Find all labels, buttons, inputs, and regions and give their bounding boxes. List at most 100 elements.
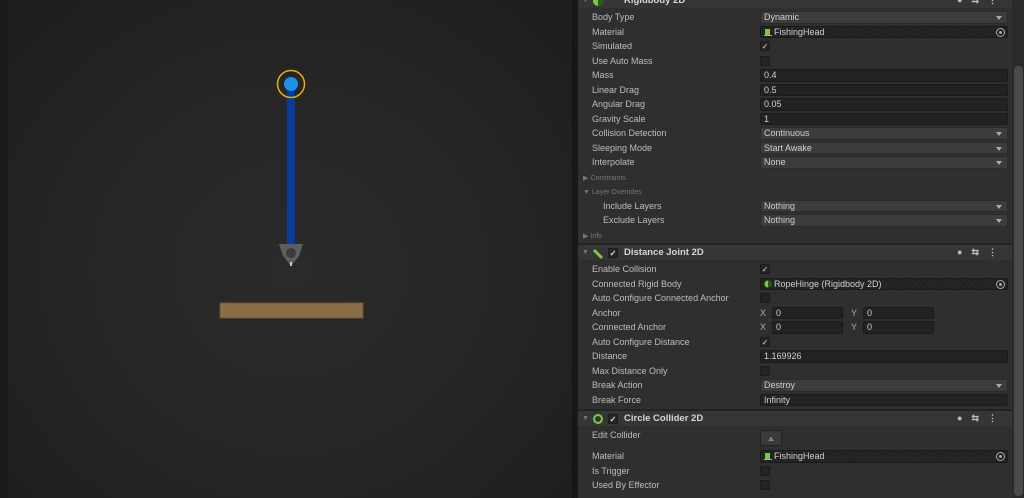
mass-input[interactable]: 0.4 (760, 69, 1008, 82)
enable-collision-checkbox[interactable]: ✓ (760, 264, 770, 275)
connected-anchor-y-input[interactable]: 0 (863, 321, 934, 334)
break-force-label: Break Force (592, 394, 642, 405)
component-title: Distance Joint 2D (624, 247, 704, 258)
edit-collider-button[interactable]: ⟑ (760, 430, 782, 446)
component-header[interactable]: ▼ Rigidbody 2D ●⇆⋮ (578, 0, 1012, 8)
foldout-arrow-icon[interactable]: ▼ (582, 415, 592, 422)
component-enabled-checkbox[interactable]: ✓ (608, 247, 618, 258)
preset-icon[interactable]: ⇆ (971, 413, 988, 423)
connected-anchor-label: Connected Anchor (592, 322, 667, 333)
used-by-effector-label: Used By Effector (592, 480, 660, 491)
object-picker-icon[interactable] (996, 452, 1005, 461)
object-picker-icon[interactable] (996, 279, 1005, 289)
use-auto-mass-checkbox[interactable] (760, 55, 770, 66)
connected-anchor-y-label: Y (851, 322, 858, 333)
break-force-input[interactable]: Infinity (760, 393, 1008, 406)
is-trigger-checkbox[interactable] (760, 465, 770, 476)
exclude-layers-dropdown[interactable]: Nothing (760, 214, 1008, 227)
component-enabled-checkbox[interactable]: ✓ (608, 413, 618, 424)
anchor-vector2: X0Y0 (760, 306, 939, 319)
scene-view[interactable] (0, 0, 575, 498)
used-by-effector-checkbox[interactable] (760, 480, 770, 491)
foldout-arrow-icon[interactable]: ▼ (582, 249, 592, 256)
interpolate-dropdown[interactable]: None (760, 156, 1008, 169)
chevron-down-icon: ▼ (583, 189, 590, 197)
connected-rigid-body-value: RopeHinge (Rigidbody 2D) (774, 278, 882, 289)
inspector-content: ▼ Rigidbody 2D ●⇆⋮ Body Type Dynamic Material… (578, 0, 1012, 495)
component-header[interactable]: ▼ ✓ Circle Collider 2D ●⇆⋮ (578, 409, 1012, 426)
linear-drag-input[interactable]: 0.5 (760, 83, 1008, 96)
chevron-right-icon: ▶ (583, 174, 589, 182)
help-icon[interactable]: ● (957, 413, 971, 423)
connected-rigid-body-object-field[interactable]: RopeHinge (Rigidbody 2D) (760, 277, 1008, 290)
include-layers-dropdown[interactable]: Nothing (760, 199, 1008, 212)
auto-configure-connected-anchor-checkbox[interactable] (760, 293, 770, 304)
include-layers-label: Include Layers (603, 200, 662, 211)
more-menu-icon[interactable]: ⋮ (988, 413, 1006, 423)
layer-overrides-foldout[interactable]: ▼ Layer Overrides (583, 186, 644, 196)
property-simulated: Simulated ✓ (578, 39, 1012, 54)
connected-anchor-x-input[interactable]: 0 (772, 321, 843, 334)
property-constraints: ▶ Constraints (578, 170, 1012, 185)
property-is-trigger: Is Trigger (578, 464, 1012, 479)
physics-material-icon (764, 28, 772, 36)
rope-hinge (284, 77, 298, 91)
auto-configure-distance-label: Auto Configure Distance (592, 336, 690, 347)
anchor-x-input[interactable]: 0 (772, 306, 843, 319)
scene-canvas (219, 69, 364, 319)
auto-configure-distance-checkbox[interactable]: ✓ (760, 336, 770, 347)
property-gravity-scale: Gravity Scale 1 (578, 112, 1012, 127)
property-anchor: Anchor X 0 Y 0 (578, 306, 1012, 321)
component-header[interactable]: ▼ ✓ Distance Joint 2D ●⇆⋮ (578, 243, 1012, 260)
collision-detection-dropdown[interactable]: Continuous (760, 127, 1008, 140)
scrollbar-thumb[interactable] (1014, 66, 1023, 496)
more-menu-icon[interactable]: ⋮ (988, 0, 1006, 5)
more-menu-icon[interactable]: ⋮ (988, 247, 1006, 257)
anchor-x-label: X (760, 307, 767, 318)
circle-collider-icon (592, 413, 604, 425)
info-foldout[interactable]: ▶ Info (583, 230, 604, 240)
object-picker-icon[interactable] (996, 27, 1005, 37)
property-distance: Distance 1.169926 (578, 349, 1012, 364)
platform (219, 302, 364, 319)
simulated-label: Simulated (592, 41, 633, 52)
gravity-scale-input[interactable]: 1 (760, 112, 1008, 125)
property-edit-collider: Edit Collider ⟑ (578, 428, 1012, 449)
angular-drag-label: Angular Drag (592, 99, 646, 110)
max-distance-only-checkbox[interactable] (760, 365, 770, 376)
property-include-layers: Include Layers Nothing (578, 199, 1012, 214)
property-connected-anchor: Connected Anchor X 0 Y 0 (578, 320, 1012, 335)
break-action-dropdown[interactable]: Destroy (760, 379, 1008, 392)
property-connected-rigid-body: Connected Rigid Body RopeHinge (Rigidbody… (578, 277, 1012, 292)
scrollbar-track[interactable] (1012, 0, 1024, 498)
body-type-dropdown[interactable]: Dynamic (760, 11, 1008, 24)
preset-icon[interactable]: ⇆ (971, 247, 988, 257)
property-body-type: Body Type Dynamic (578, 10, 1012, 25)
constraints-foldout[interactable]: ▶ Constraints (583, 172, 628, 182)
property-break-force: Break Force Infinity (578, 393, 1012, 408)
layer-overrides-label: Layer Overrides (591, 189, 642, 197)
simulated-checkbox[interactable]: ✓ (760, 41, 770, 52)
component-circle-collider-2d: ▼ ✓ Circle Collider 2D ●⇆⋮ Edit Collider ⟑ Mat… (578, 409, 1012, 495)
angular-drag-input[interactable]: 0.05 (760, 98, 1008, 111)
material-label: Material (592, 26, 625, 37)
preset-icon[interactable]: ⇆ (971, 0, 988, 5)
sleeping-mode-dropdown[interactable]: Start Awake (760, 141, 1008, 154)
help-icon[interactable]: ● (957, 0, 971, 5)
physics-material-icon (764, 452, 772, 461)
collision-detection-label: Collision Detection (592, 128, 667, 139)
distance-input[interactable]: 1.169926 (760, 350, 1008, 363)
material-object-field[interactable]: FishingHead (760, 450, 1008, 463)
property-angular-drag: Angular Drag 0.05 (578, 97, 1012, 112)
foldout-arrow-icon[interactable]: ▼ (582, 0, 592, 4)
body-type-label: Body Type (592, 12, 635, 23)
connected-rigid-body-label: Connected Rigid Body (592, 278, 682, 289)
chevron-right-icon: ▶ (583, 232, 589, 240)
anchor-y-input[interactable]: 0 (863, 306, 934, 319)
help-icon[interactable]: ● (957, 247, 971, 257)
connected-anchor-x-label: X (760, 322, 767, 333)
component-distance-joint-2d: ▼ ✓ Distance Joint 2D ●⇆⋮ Enable Collision ✓ C… (578, 243, 1012, 409)
rigidbody-icon (764, 280, 772, 288)
material-object-field[interactable]: FishingHead (760, 25, 1008, 38)
component-title: Rigidbody 2D (624, 0, 686, 6)
